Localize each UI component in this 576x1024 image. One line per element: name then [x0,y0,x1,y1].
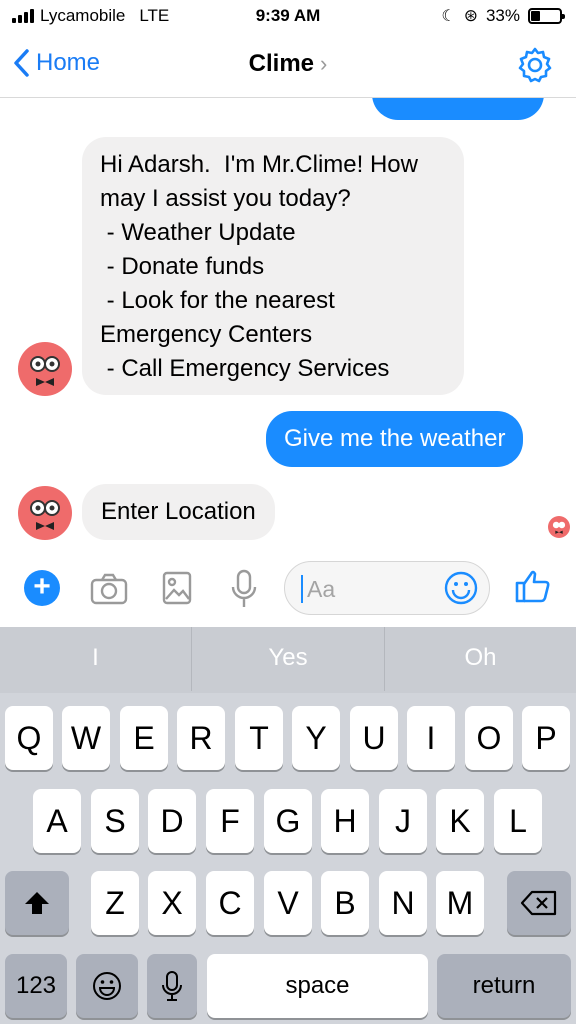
shift-key[interactable] [5,871,69,935]
input-placeholder: Aa [307,576,336,602]
option-emergency-centers-cont: Emergency Centers [100,321,313,348]
orientation-lock-icon: ⊛ [463,6,478,25]
microphone-icon [162,971,182,1001]
dictation-key[interactable] [147,954,197,1018]
bot-avatar-icon [30,356,60,386]
text-cursor [301,575,303,603]
read-receipt-avatar [548,516,570,538]
bot-avatar-icon [30,500,60,530]
key-e[interactable]: E [120,706,168,770]
key-o[interactable]: O [465,706,513,770]
emoji-icon[interactable] [443,570,479,606]
status-bar: Lycamobile LTE 9:39 AM ☾ ⊛ 33% [0,0,576,34]
key-h[interactable]: H [321,789,369,853]
key-a[interactable]: A [33,789,81,853]
key-l[interactable]: L [494,789,542,853]
image-icon[interactable] [162,571,192,605]
thumbs-up-icon[interactable] [514,567,552,605]
numbers-key[interactable]: 123 [5,954,67,1018]
greeting-line: may I assist you today? [100,185,351,212]
key-i[interactable]: I [407,706,455,770]
space-key[interactable]: space [207,954,428,1018]
moon-icon: ☾ [441,8,456,25]
title-text: Clime [248,50,315,77]
key-j[interactable]: J [379,789,427,853]
suggestion-bar: I Yes Oh [0,627,576,693]
key-k[interactable]: K [436,789,484,853]
key-v[interactable]: V [264,871,312,935]
message-input[interactable]: Aa [284,561,490,615]
conversation-title[interactable]: Clime › [0,50,576,78]
key-b[interactable]: B [321,871,369,935]
key-p[interactable]: P [522,706,570,770]
suggestion-item[interactable]: Yes [192,627,384,693]
key-d[interactable]: D [148,789,196,853]
get-started-bubble: Get Started [372,98,544,120]
option-donate-funds: - Donate funds [100,253,265,280]
battery-icon [528,8,565,24]
keyboard: I Yes Oh Q W E R T Y U I O P A S D F G H… [0,627,576,1024]
key-c[interactable]: C [206,871,254,935]
shift-icon [25,892,49,914]
option-weather-update: - Weather Update [100,219,296,246]
battery-percent: 33% [485,6,520,25]
bot-prompt-bubble: Enter Location [82,484,275,540]
chat-thread[interactable]: Get Started Hi Adarsh. I'm Mr.Clime! How… [0,98,576,553]
key-s[interactable]: S [91,789,139,853]
backspace-icon [520,890,557,916]
key-u[interactable]: U [350,706,398,770]
nav-bar: Home Clime › [0,34,576,98]
emoji-icon [93,972,121,1000]
option-call-emergency: - Call Emergency Services [100,355,390,382]
key-w[interactable]: W [62,706,110,770]
key-t[interactable]: T [235,706,283,770]
user-message-bubble: Give me the weather [266,411,524,467]
bot-greeting-bubble: Hi Adarsh. I'm Mr.Clime! How may I assis… [82,137,464,395]
suggestion-item[interactable]: I [0,627,191,693]
microphone-icon[interactable] [230,569,258,609]
status-right: ☾ ⊛ 33% [441,6,565,26]
key-g[interactable]: G [264,789,312,853]
key-f[interactable]: F [206,789,254,853]
key-x[interactable]: X [148,871,196,935]
key-m[interactable]: M [436,871,484,935]
key-r[interactable]: R [177,706,225,770]
bot-avatar-icon [552,521,566,534]
key-n[interactable]: N [379,871,427,935]
chevron-right-icon: › [320,51,328,76]
key-z[interactable]: Z [91,871,139,935]
plus-button[interactable]: + [24,570,60,606]
message-composer: + Aa [0,553,576,627]
key-y[interactable]: Y [292,706,340,770]
bot-avatar[interactable] [18,486,72,540]
camera-icon[interactable] [90,573,128,605]
gear-icon[interactable] [516,46,554,84]
greeting-line: Hi Adarsh. I'm Mr.Clime! How [100,151,418,178]
suggestion-item[interactable]: Oh [385,627,576,693]
option-emergency-centers: - Look for the nearest [100,287,335,314]
emoji-key[interactable] [76,954,138,1018]
bot-avatar[interactable] [18,342,72,396]
delete-key[interactable] [507,871,571,935]
key-q[interactable]: Q [5,706,53,770]
return-key[interactable]: return [437,954,571,1018]
